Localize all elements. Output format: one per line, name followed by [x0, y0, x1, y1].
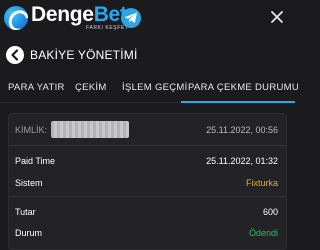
- telegram-icon[interactable]: [121, 8, 141, 28]
- back-button[interactable]: [6, 46, 24, 64]
- page-header: BAKİYE YÖNETİMİ: [0, 38, 295, 72]
- record-created-time: 25.11.2022, 00:56: [206, 125, 278, 135]
- system-value: Fixturka: [245, 178, 278, 188]
- brand-logo[interactable]: DengeBet: [31, 4, 127, 26]
- card-divider: [9, 196, 286, 197]
- withdrawal-record-card: KİMLİK: 25.11.2022, 00:56 Paid Time 25.1…: [8, 113, 287, 250]
- paid-time-value: 25.11.2022, 01:32: [206, 156, 278, 166]
- chevron-left-icon: [11, 49, 19, 61]
- record-id-label: KİMLİK:: [15, 125, 48, 135]
- tab-withdraw[interactable]: ÇEKİM: [75, 82, 107, 93]
- paid-time-label: Paid Time: [15, 156, 56, 166]
- close-icon[interactable]: [269, 9, 285, 25]
- redacted-id: [51, 121, 129, 138]
- status-label: Durum: [15, 228, 43, 238]
- tab-deposit[interactable]: PARA YATIR: [8, 82, 65, 93]
- logo-icon: [4, 6, 28, 30]
- top-bar: DengeBet FARKI KEŞFET: [0, 0, 295, 36]
- page-title: BAKİYE YÖNETİMİ: [30, 48, 138, 62]
- amount-label: Tutar: [15, 207, 36, 217]
- brand-name-part1: Denge: [31, 3, 94, 26]
- system-label: Sistem: [15, 178, 43, 188]
- active-tab-indicator: [181, 101, 295, 103]
- tab-withdraw-status[interactable]: PARA ÇEKME DURUMU: [188, 82, 299, 93]
- tab-history[interactable]: İŞLEM GEÇMİ: [122, 82, 188, 93]
- status-badge: Ödendi: [248, 228, 278, 238]
- record-header: KİMLİK: 25.11.2022, 00:56: [9, 114, 286, 146]
- amount-value: 600: [262, 207, 278, 217]
- tab-bar: PARA YATIR ÇEKİM İŞLEM GEÇMİ PARA ÇEKME …: [0, 72, 299, 103]
- brand-tagline: FARKI KEŞFET: [86, 25, 129, 31]
